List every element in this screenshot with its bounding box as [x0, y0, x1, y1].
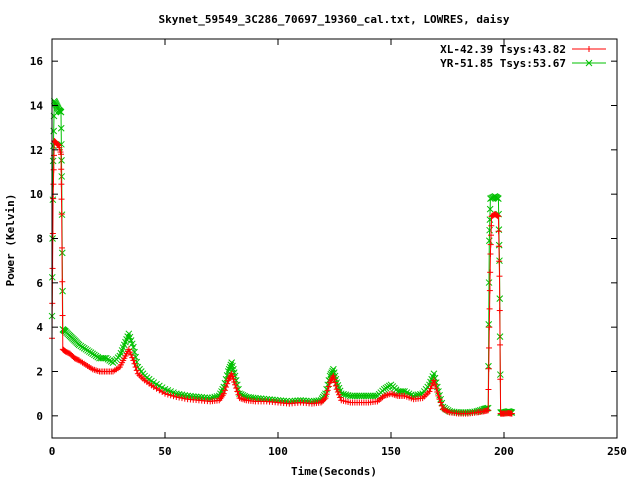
- y-tick-label: 2: [36, 366, 43, 379]
- legend-marker-xl: [586, 46, 592, 52]
- data-point: [495, 243, 502, 250]
- y-tick-label: 14: [30, 100, 44, 113]
- data-point: [58, 181, 65, 188]
- y-tick-label: 8: [36, 233, 43, 246]
- legend-label-xl: XL-42.39 Tsys:43.82: [440, 43, 566, 56]
- x-tick-label: 0: [49, 445, 56, 458]
- data-point: [495, 228, 502, 235]
- data-point: [49, 265, 56, 272]
- data-point: [486, 344, 493, 351]
- data-point: [487, 251, 494, 258]
- data-point: [496, 273, 503, 280]
- y-axis-label: Power (Kelvin): [4, 194, 17, 287]
- y-tick-label: 0: [36, 410, 43, 423]
- x-tick-label: 50: [158, 445, 171, 458]
- y-tick-label: 12: [30, 144, 43, 157]
- x-axis-label: Time(Seconds): [291, 465, 377, 478]
- data-point: [486, 305, 493, 312]
- data-point: [59, 278, 66, 285]
- data-point: [486, 287, 493, 294]
- data-point: [496, 307, 503, 314]
- data-point: [497, 341, 504, 348]
- data-point: [485, 386, 492, 393]
- x-tick-label: 200: [494, 445, 514, 458]
- y-tick-label: 10: [30, 188, 43, 201]
- data-point: [59, 312, 66, 319]
- y-tick-label: 6: [36, 277, 43, 290]
- plot-area: [48, 97, 516, 417]
- data-point: [486, 324, 493, 331]
- data-point: [487, 269, 494, 276]
- data-point: [50, 181, 57, 188]
- series-xl: [49, 137, 515, 417]
- data-point: [58, 196, 65, 203]
- data-point: [50, 195, 57, 202]
- x-tick-label: 150: [381, 445, 401, 458]
- chart-title: Skynet_59549_3C286_70697_19360_cal.txt, …: [159, 13, 510, 26]
- legend-label-yr: YR-51.85 Tsys:53.67: [440, 57, 566, 70]
- x-tick-label: 100: [268, 445, 288, 458]
- y-tick-label: 16: [30, 55, 44, 68]
- series-line: [51, 139, 512, 415]
- chart: Skynet_59549_3C286_70697_19360_cal.txt, …: [4, 13, 627, 478]
- data-point: [485, 365, 492, 372]
- data-point: [58, 166, 65, 173]
- axis-ticks: 0 50 100 150 200 250 0 2 4 6 8 10 12 14 16: [30, 39, 627, 458]
- legend: XL-42.39 Tsys:43.82 YR-51.85 Tsys:53.67: [440, 43, 606, 70]
- data-point: [487, 241, 494, 248]
- y-tick-label: 4: [36, 321, 43, 334]
- x-tick-label: 250: [607, 445, 627, 458]
